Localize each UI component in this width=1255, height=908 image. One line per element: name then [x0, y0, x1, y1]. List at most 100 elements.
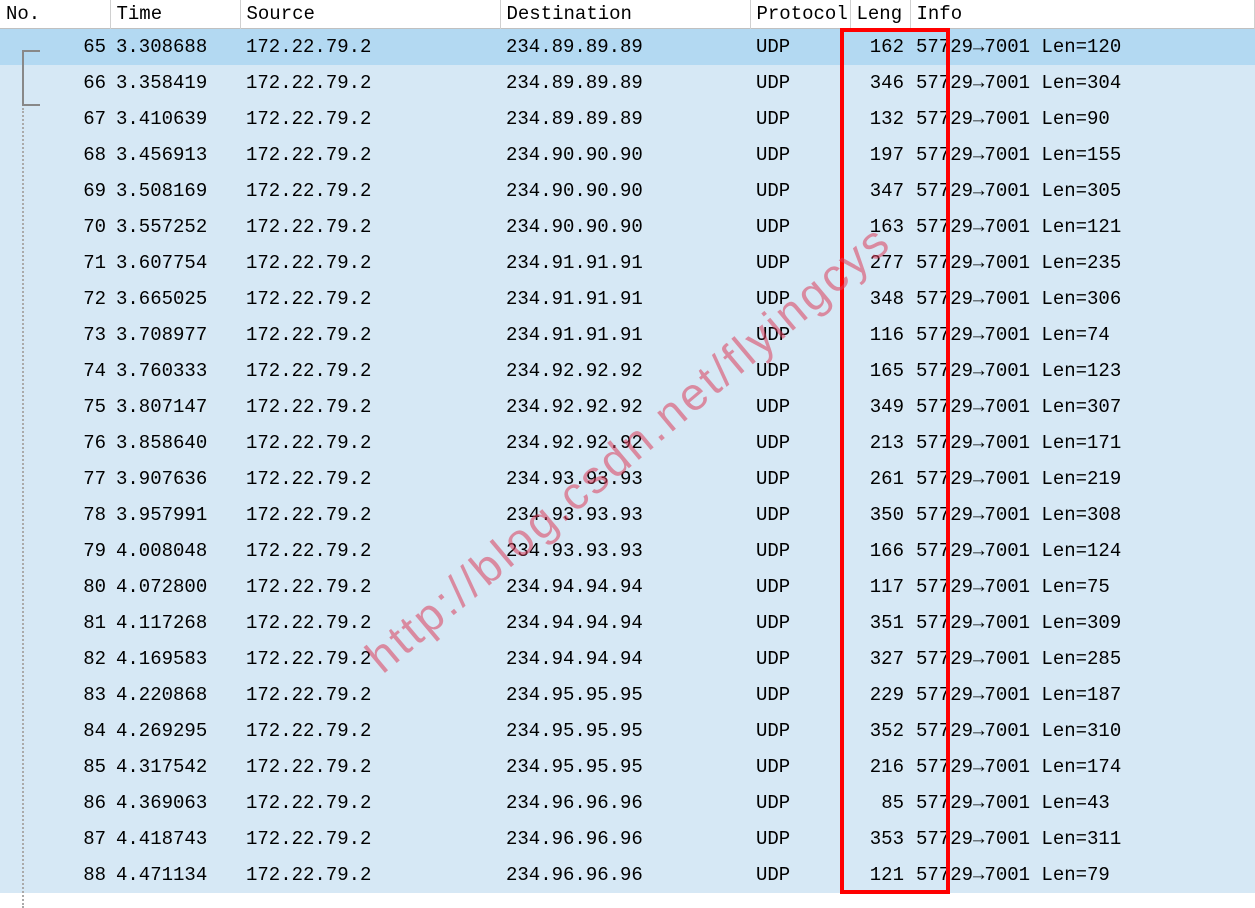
cell-destination: 234.93.93.93: [500, 497, 750, 533]
cell-source: 172.22.79.2: [240, 209, 500, 245]
table-row[interactable]: 683.456913172.22.79.2234.90.90.90UDP1975…: [0, 137, 1255, 173]
table-row[interactable]: 834.220868172.22.79.2234.95.95.95UDP2295…: [0, 677, 1255, 713]
table-row[interactable]: 733.708977172.22.79.2234.91.91.91UDP1165…: [0, 317, 1255, 353]
table-row[interactable]: 673.410639172.22.79.2234.89.89.89UDP1325…: [0, 101, 1255, 137]
table-row[interactable]: 773.907636172.22.79.2234.93.93.93UDP2615…: [0, 461, 1255, 497]
table-row[interactable]: 723.665025172.22.79.2234.91.91.91UDP3485…: [0, 281, 1255, 317]
cell-info: 57729→7001 Len=155: [910, 137, 1255, 173]
table-row[interactable]: 824.169583172.22.79.2234.94.94.94UDP3275…: [0, 641, 1255, 677]
cell-source: 172.22.79.2: [240, 245, 500, 281]
cell-no: 75: [0, 389, 110, 425]
table-row[interactable]: 763.858640172.22.79.2234.92.92.92UDP2135…: [0, 425, 1255, 461]
table-row[interactable]: 794.008048172.22.79.2234.93.93.93UDP1665…: [0, 533, 1255, 569]
table-row[interactable]: 693.508169172.22.79.2234.90.90.90UDP3475…: [0, 173, 1255, 209]
cell-length: 229: [850, 677, 910, 713]
cell-length: 346: [850, 65, 910, 101]
cell-source: 172.22.79.2: [240, 785, 500, 821]
cell-protocol: UDP: [750, 749, 850, 785]
cell-info: 57729→7001 Len=174: [910, 749, 1255, 785]
table-row[interactable]: 814.117268172.22.79.2234.94.94.94UDP3515…: [0, 605, 1255, 641]
cell-protocol: UDP: [750, 389, 850, 425]
cell-destination: 234.90.90.90: [500, 209, 750, 245]
table-row[interactable]: 743.760333172.22.79.2234.92.92.92UDP1655…: [0, 353, 1255, 389]
cell-protocol: UDP: [750, 425, 850, 461]
cell-length: 347: [850, 173, 910, 209]
cell-time: 3.858640: [110, 425, 240, 461]
column-header-protocol[interactable]: Protocol: [750, 0, 850, 29]
cell-protocol: UDP: [750, 857, 850, 893]
cell-source: 172.22.79.2: [240, 353, 500, 389]
cell-info: 57729→7001 Len=305: [910, 173, 1255, 209]
cell-no: 66: [0, 65, 110, 101]
column-header-time[interactable]: Time: [110, 0, 240, 29]
cell-no: 78: [0, 497, 110, 533]
cell-source: 172.22.79.2: [240, 749, 500, 785]
cell-length: 85: [850, 785, 910, 821]
cell-time: 4.072800: [110, 569, 240, 605]
cell-protocol: UDP: [750, 137, 850, 173]
cell-protocol: UDP: [750, 65, 850, 101]
cell-time: 3.508169: [110, 173, 240, 209]
column-header-length[interactable]: Leng: [850, 0, 910, 29]
column-header-info[interactable]: Info: [910, 0, 1255, 29]
cell-length: 117: [850, 569, 910, 605]
cell-source: 172.22.79.2: [240, 713, 500, 749]
cell-source: 172.22.79.2: [240, 533, 500, 569]
cell-destination: 234.89.89.89: [500, 101, 750, 137]
table-row[interactable]: 854.317542172.22.79.2234.95.95.95UDP2165…: [0, 749, 1255, 785]
packet-list-table[interactable]: No. Time Source Destination Protocol Len…: [0, 0, 1255, 893]
table-row[interactable]: 804.072800172.22.79.2234.94.94.94UDP1175…: [0, 569, 1255, 605]
cell-length: 116: [850, 317, 910, 353]
cell-time: 4.369063: [110, 785, 240, 821]
cell-info: 57729→7001 Len=123: [910, 353, 1255, 389]
cell-time: 3.607754: [110, 245, 240, 281]
table-row[interactable]: 753.807147172.22.79.2234.92.92.92UDP3495…: [0, 389, 1255, 425]
cell-time: 3.410639: [110, 101, 240, 137]
column-header-destination[interactable]: Destination: [500, 0, 750, 29]
cell-info: 57729→7001 Len=43: [910, 785, 1255, 821]
cell-destination: 234.96.96.96: [500, 821, 750, 857]
table-row[interactable]: 864.369063172.22.79.2234.96.96.96UDP8557…: [0, 785, 1255, 821]
table-row[interactable]: 874.418743172.22.79.2234.96.96.96UDP3535…: [0, 821, 1255, 857]
cell-length: 351: [850, 605, 910, 641]
cell-destination: 234.95.95.95: [500, 677, 750, 713]
cell-length: 132: [850, 101, 910, 137]
cell-length: 277: [850, 245, 910, 281]
cell-length: 162: [850, 29, 910, 65]
table-row[interactable]: 844.269295172.22.79.2234.95.95.95UDP3525…: [0, 713, 1255, 749]
cell-info: 57729→7001 Len=307: [910, 389, 1255, 425]
cell-no: 65: [0, 29, 110, 65]
cell-source: 172.22.79.2: [240, 821, 500, 857]
cell-info: 57729→7001 Len=121: [910, 209, 1255, 245]
cell-length: 197: [850, 137, 910, 173]
cell-length: 261: [850, 461, 910, 497]
cell-source: 172.22.79.2: [240, 425, 500, 461]
cell-info: 57729→7001 Len=309: [910, 605, 1255, 641]
column-header-source[interactable]: Source: [240, 0, 500, 29]
cell-no: 84: [0, 713, 110, 749]
cell-destination: 234.89.89.89: [500, 65, 750, 101]
cell-length: 216: [850, 749, 910, 785]
column-header-no[interactable]: No.: [0, 0, 110, 29]
cell-destination: 234.89.89.89: [500, 29, 750, 65]
cell-time: 4.008048: [110, 533, 240, 569]
cell-destination: 234.90.90.90: [500, 173, 750, 209]
table-row[interactable]: 703.557252172.22.79.2234.90.90.90UDP1635…: [0, 209, 1255, 245]
table-row[interactable]: 663.358419172.22.79.2234.89.89.89UDP3465…: [0, 65, 1255, 101]
table-row[interactable]: 783.957991172.22.79.2234.93.93.93UDP3505…: [0, 497, 1255, 533]
cell-info: 57729→7001 Len=310: [910, 713, 1255, 749]
table-row[interactable]: 653.308688172.22.79.2234.89.89.89UDP1625…: [0, 29, 1255, 65]
cell-source: 172.22.79.2: [240, 137, 500, 173]
cell-time: 3.456913: [110, 137, 240, 173]
cell-time: 3.557252: [110, 209, 240, 245]
cell-destination: 234.93.93.93: [500, 533, 750, 569]
cell-info: 57729→7001 Len=171: [910, 425, 1255, 461]
cell-destination: 234.93.93.93: [500, 461, 750, 497]
cell-no: 72: [0, 281, 110, 317]
table-row[interactable]: 884.471134172.22.79.2234.96.96.96UDP1215…: [0, 857, 1255, 893]
cell-source: 172.22.79.2: [240, 461, 500, 497]
cell-no: 83: [0, 677, 110, 713]
cell-info: 57729→7001 Len=187: [910, 677, 1255, 713]
table-row[interactable]: 713.607754172.22.79.2234.91.91.91UDP2775…: [0, 245, 1255, 281]
cell-destination: 234.91.91.91: [500, 317, 750, 353]
